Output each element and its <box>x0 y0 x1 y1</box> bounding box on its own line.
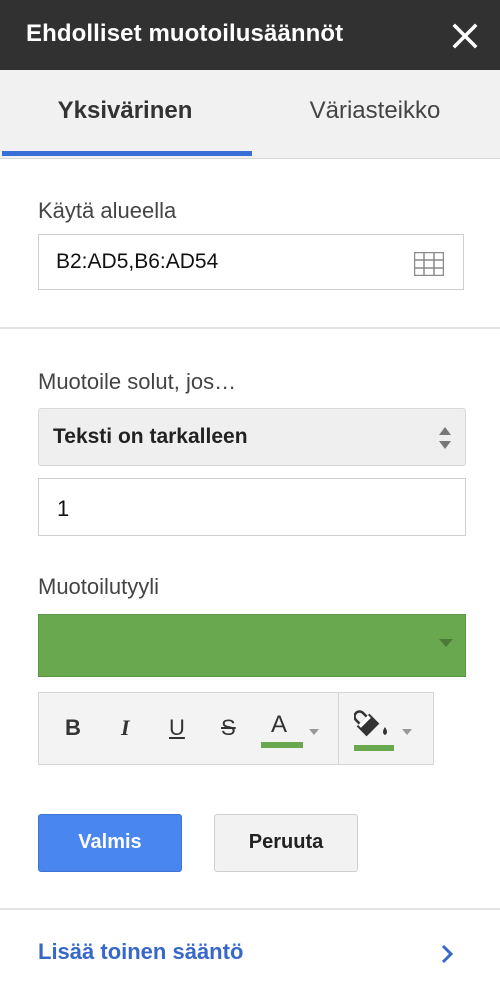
section-divider <box>0 327 500 329</box>
done-button[interactable]: Valmis <box>38 814 182 872</box>
toolbar-separator <box>338 693 339 764</box>
condition-selected-value: Teksti on tarkalleen <box>53 425 248 448</box>
range-value: B2:AD5,B6:AD54 <box>56 250 219 273</box>
italic-icon: I <box>121 715 130 740</box>
condition-value: 1 <box>57 496 70 521</box>
strikethrough-button[interactable]: S <box>215 693 247 764</box>
tab-bar: Yksivärinen Väriasteikko <box>0 70 500 159</box>
tab-color-scale[interactable]: Väriasteikko <box>250 70 500 158</box>
bold-button[interactable]: B <box>59 693 91 764</box>
chevron-down-icon <box>309 729 319 735</box>
format-toolbar: B I U S A <box>38 692 434 765</box>
close-icon[interactable] <box>450 21 480 51</box>
underline-icon: U <box>169 715 185 740</box>
add-rule-link[interactable]: Lisää toinen sääntö <box>0 910 500 996</box>
format-style-dropdown[interactable] <box>38 614 466 677</box>
paint-bucket-icon <box>354 710 387 737</box>
text-color-icon: A <box>271 711 288 738</box>
strikethrough-icon: S <box>221 715 236 740</box>
grid-select-icon[interactable] <box>414 252 444 276</box>
sidebar-header: Ehdolliset muotoilusäännöt <box>0 0 500 70</box>
condition-select[interactable]: Teksti on tarkalleen <box>38 408 466 466</box>
condition-label: Muotoile solut, jos… <box>38 369 237 394</box>
fill-color-bar <box>354 745 394 751</box>
format-style-label: Muotoilutyyli <box>38 574 160 599</box>
chevron-down-icon <box>402 729 412 735</box>
chevron-right-icon <box>441 944 454 964</box>
text-color-bar <box>261 742 303 748</box>
chevron-down-icon <box>439 639 453 647</box>
fill-color-button[interactable] <box>352 693 418 764</box>
underline-button[interactable]: U <box>163 693 195 764</box>
bold-icon: B <box>65 715 81 740</box>
select-arrows-icon <box>439 427 451 449</box>
condition-value-input[interactable]: 1 <box>38 478 466 536</box>
active-tab-indicator <box>2 151 252 156</box>
add-rule-label: Lisää toinen sääntö <box>38 939 244 964</box>
range-input[interactable]: B2:AD5,B6:AD54 <box>38 234 464 290</box>
tab-single-color[interactable]: Yksivärinen <box>0 70 250 158</box>
text-color-button[interactable]: A <box>259 693 325 764</box>
cancel-button[interactable]: Peruuta <box>214 814 358 872</box>
italic-button[interactable]: I <box>111 693 143 764</box>
range-label: Käytä alueella <box>38 198 177 223</box>
sidebar-title: Ehdolliset muotoilusäännöt <box>26 20 344 47</box>
